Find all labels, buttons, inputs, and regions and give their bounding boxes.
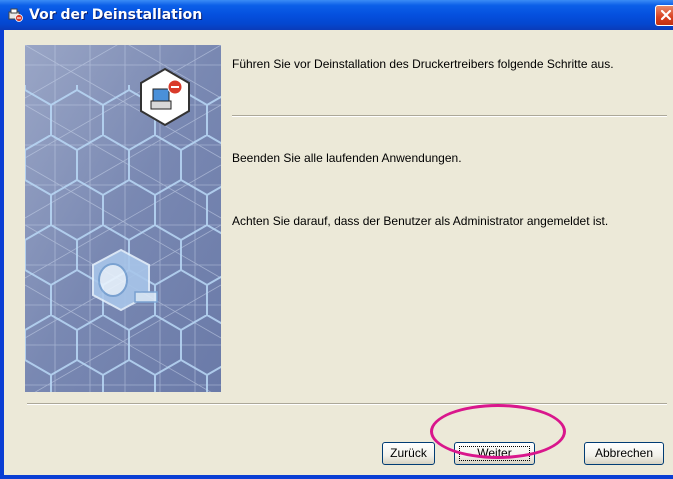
intro-text: Führen Sie vor Deinstallation des Drucke…	[232, 57, 614, 71]
close-icon	[660, 9, 672, 21]
uninstall-printer-icon	[7, 7, 23, 23]
back-button[interactable]: Zurück	[382, 442, 435, 465]
next-button[interactable]: Weiter	[454, 442, 535, 465]
step-admin-login-text: Achten Sie darauf, dass der Benutzer als…	[232, 214, 609, 228]
window-title: Vor der Deinstallation	[29, 7, 203, 23]
focus-indicator	[459, 446, 530, 461]
dialog-body: Führen Sie vor Deinstallation des Drucke…	[4, 30, 673, 475]
title-bar[interactable]: Vor der Deinstallation	[0, 0, 673, 30]
close-button[interactable]	[655, 5, 673, 26]
cancel-button[interactable]: Abbrechen	[584, 442, 664, 465]
step-close-apps-text: Beenden Sie alle laufenden Anwendungen.	[232, 151, 462, 165]
footer-divider	[27, 403, 667, 405]
dialog-window: Vor der Deinstallation Führen Sie vor De…	[0, 0, 673, 479]
back-button-label: Zurück	[390, 446, 427, 460]
side-banner-image	[25, 45, 221, 392]
content-divider	[232, 115, 667, 117]
cancel-button-label: Abbrechen	[594, 446, 654, 460]
